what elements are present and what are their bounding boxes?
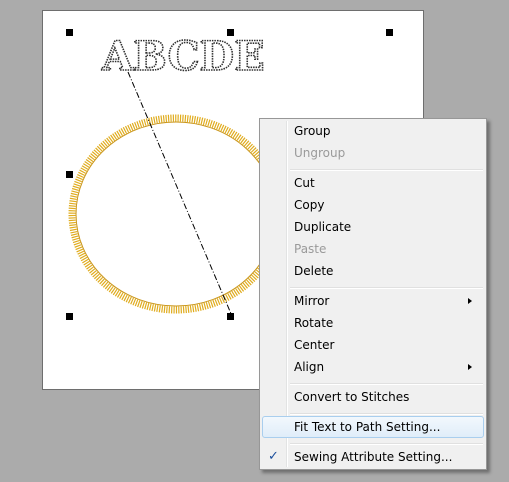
menu-item-copy[interactable]: Copy (262, 194, 484, 216)
menu-separator (290, 443, 483, 445)
menu-item-fit-text-to-path-setting[interactable]: Fit Text to Path Setting... (262, 416, 484, 438)
menu-item-center[interactable]: Center (262, 334, 484, 356)
handle-bottom-center (227, 313, 234, 320)
menu-item-sewing-attribute-setting[interactable]: ✓ Sewing Attribute Setting... (262, 446, 484, 468)
path-guide-line (127, 71, 233, 317)
handle-middle-left (66, 171, 73, 178)
checkmark-icon: ✓ (268, 449, 279, 464)
menu-item-duplicate[interactable]: Duplicate (262, 216, 484, 238)
handle-top-center (227, 29, 234, 36)
menu-item-group[interactable]: Group (262, 120, 484, 142)
menu-item-label: Mirror (294, 294, 330, 308)
menu-item-label: Center (294, 338, 335, 352)
menu-item-label: Duplicate (294, 220, 352, 234)
menu-item-ungroup[interactable]: Ungroup (262, 142, 484, 164)
menu-item-label: Sewing Attribute Setting... (294, 450, 453, 464)
submenu-arrow-icon (468, 364, 472, 370)
menu-item-cut[interactable]: Cut (262, 172, 484, 194)
handle-bottom-left (66, 313, 73, 320)
stitched-ellipse[interactable] (68, 114, 284, 314)
menu-separator (290, 287, 483, 289)
context-menu: Group Ungroup Cut Copy Duplicate Paste D… (259, 118, 487, 470)
menu-item-label: Paste (294, 242, 327, 256)
menu-item-label: Cut (294, 176, 315, 190)
menu-item-align[interactable]: Align (262, 356, 484, 378)
menu-separator (290, 169, 483, 171)
handle-top-left (66, 29, 73, 36)
menu-item-rotate[interactable]: Rotate (262, 312, 484, 334)
menu-item-label: Copy (294, 198, 325, 212)
menu-item-label: Group (294, 124, 331, 138)
submenu-arrow-icon (468, 298, 472, 304)
menu-item-label: Convert to Stitches (294, 390, 410, 404)
menu-item-label: Align (294, 360, 325, 374)
menu-item-paste[interactable]: Paste (262, 238, 484, 260)
menu-item-label: Fit Text to Path Setting... (294, 420, 441, 434)
menu-separator (290, 383, 483, 385)
menu-item-label: Ungroup (294, 146, 346, 160)
menu-item-label: Delete (294, 264, 334, 278)
menu-separator (290, 413, 483, 415)
stitched-text[interactable]: ABCDE (100, 32, 265, 81)
menu-item-convert-to-stitches[interactable]: Convert to Stitches (262, 386, 484, 408)
menu-item-delete[interactable]: Delete (262, 260, 484, 282)
handle-top-right (386, 29, 393, 36)
stitched-ellipse-inner (75, 121, 277, 307)
menu-item-mirror[interactable]: Mirror (262, 290, 484, 312)
menu-item-label: Rotate (294, 316, 334, 330)
